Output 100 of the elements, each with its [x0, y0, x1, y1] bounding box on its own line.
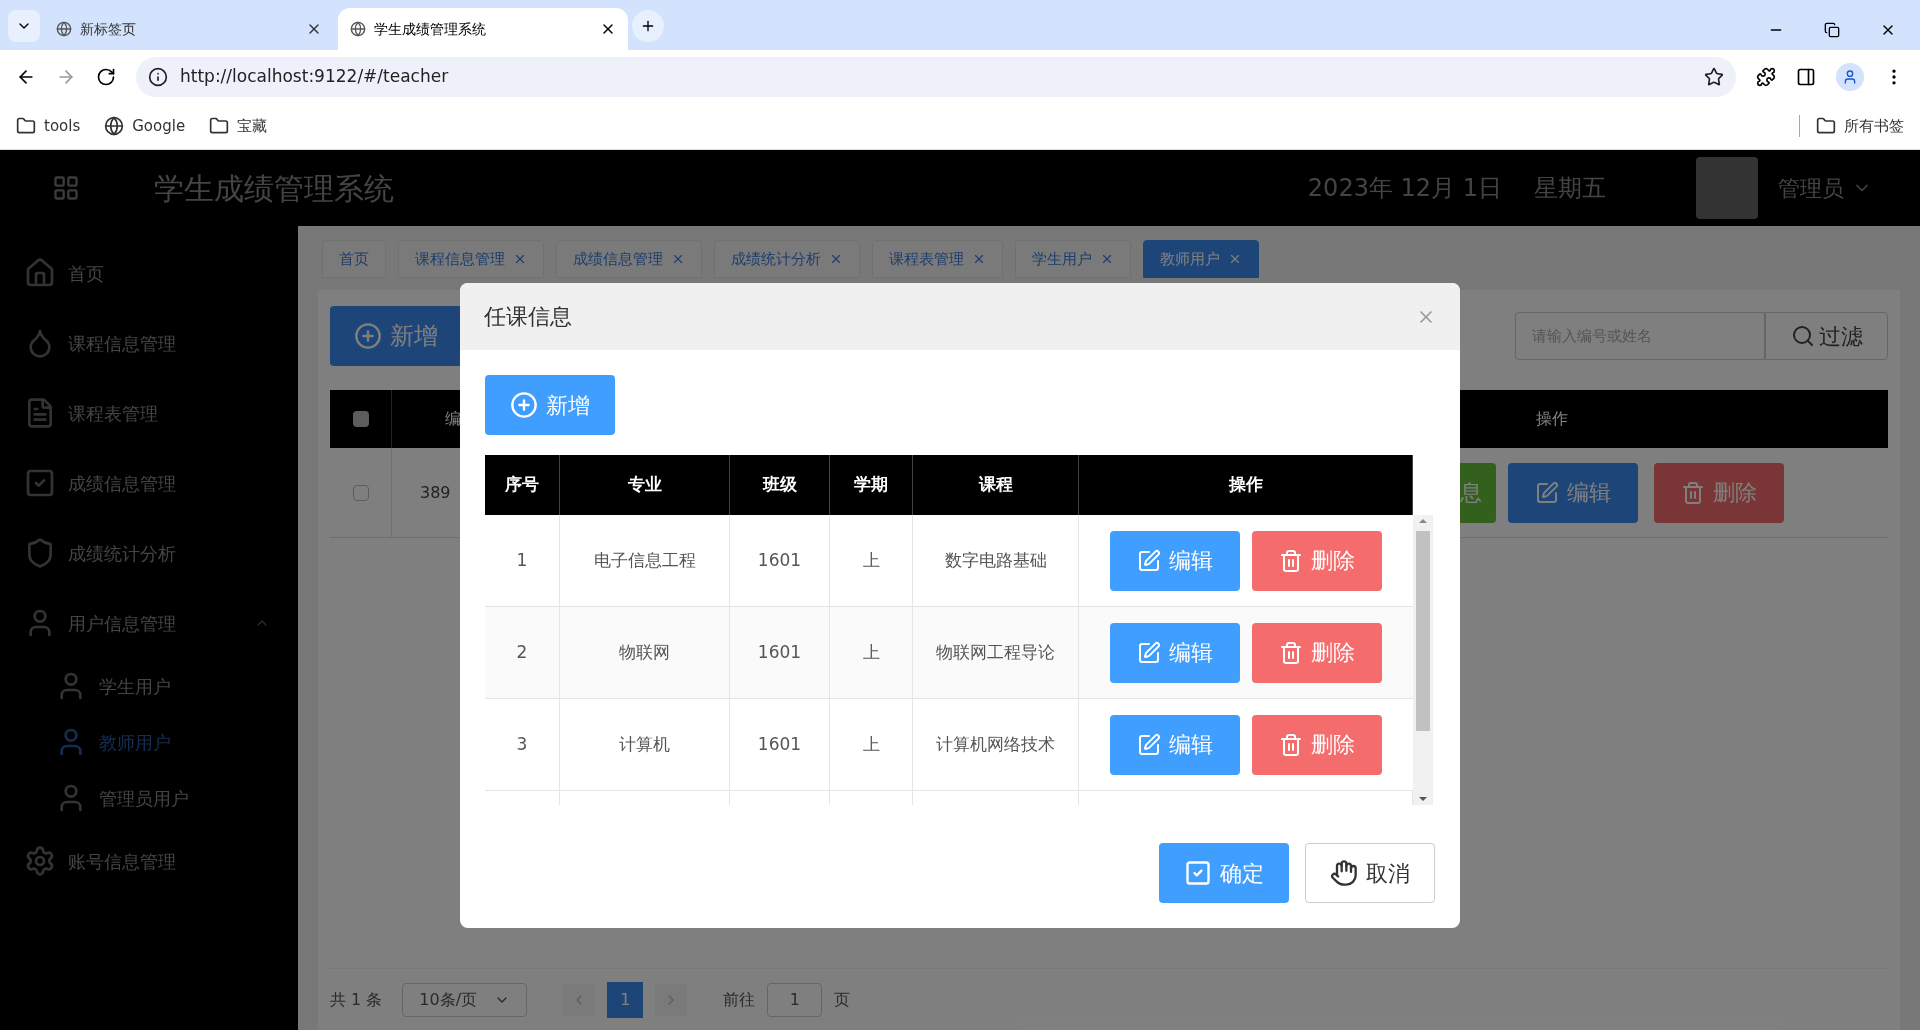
address-bar[interactable]: http://localhost:9122/#/teacher [136, 56, 1736, 97]
column-header: 班级 [730, 455, 830, 515]
new-tab-icon[interactable] [632, 10, 664, 42]
sidebar-item[interactable]: 用户信息管理 [0, 588, 298, 658]
column-header: 序号 [485, 455, 560, 515]
page-unit: 页 [834, 988, 851, 1011]
page-input[interactable]: 1 [767, 982, 823, 1017]
globe-icon [104, 116, 125, 136]
table-cell: 物联网工程导论 [913, 607, 1079, 698]
browser-tab[interactable]: 新标签页 [44, 8, 334, 50]
column-header: 学期 [830, 455, 913, 515]
table-cell: 上 [830, 699, 913, 790]
page-number[interactable]: 1 [607, 981, 644, 1018]
grid-icon[interactable] [52, 174, 80, 202]
bookmark[interactable]: 宝藏 [209, 114, 268, 138]
page-tab[interactable]: 课程信息管理 [398, 240, 544, 278]
edit-button[interactable]: 编辑 [1508, 462, 1638, 523]
page-size-select[interactable]: 10条/页 [402, 982, 528, 1017]
column-header: 操作 [1536, 408, 1568, 430]
cancel-button[interactable]: 取消 [1305, 843, 1435, 903]
table-cell: 物联网 [560, 607, 730, 698]
plus-circle-icon [354, 322, 382, 350]
globe-icon [350, 21, 366, 37]
page-tab[interactable]: 成绩信息管理 [556, 240, 702, 278]
folder-icon [209, 116, 230, 136]
filter-button[interactable]: 过滤 [1765, 312, 1888, 360]
sidebar-item[interactable]: 成绩信息管理 [0, 448, 298, 518]
checkbox[interactable] [352, 484, 369, 501]
folder-icon [16, 116, 36, 136]
goto-label: 前往 [723, 988, 756, 1011]
reload-icon[interactable] [96, 66, 116, 87]
weekday-text: 星期五 [1534, 173, 1606, 204]
edit-icon [1137, 640, 1161, 665]
delete-button[interactable]: 删除 [1654, 462, 1784, 523]
add-button[interactable]: 新增 [330, 306, 462, 366]
column-header: 专业 [560, 455, 730, 515]
column-header: 编 [445, 408, 461, 430]
trash-icon [1279, 640, 1303, 665]
sidebar-item[interactable]: 课程表管理 [0, 378, 298, 448]
delete-button[interactable]: 删除 [1252, 714, 1382, 775]
delete-button[interactable]: 删除 [1252, 622, 1382, 683]
edit-icon [1535, 480, 1559, 505]
table-cell: 数字电路基础 [913, 515, 1079, 606]
tab-list-icon[interactable] [8, 10, 40, 42]
page-tab[interactable]: 成绩统计分析 [714, 240, 860, 278]
checkbox-icon [1184, 859, 1212, 887]
star-icon[interactable] [1704, 66, 1724, 87]
browser-tab[interactable]: 学生成绩管理系统 [338, 8, 628, 50]
all-bookmarks[interactable]: 所有书签 [1799, 114, 1904, 138]
dialog-title: 任课信息 [484, 303, 573, 331]
sidebar-item[interactable]: 课程信息管理 [0, 308, 298, 378]
table-cell-text: 389 [420, 481, 451, 504]
extensions-icon[interactable] [1756, 66, 1776, 87]
edit-icon [1137, 732, 1161, 757]
edit-button[interactable]: 编辑 [1110, 622, 1240, 683]
bookmark[interactable]: tools [16, 114, 81, 138]
sidebar-item[interactable]: 管理员用户 [0, 770, 298, 826]
plus-circle-icon [510, 391, 538, 419]
checkbox[interactable] [352, 411, 369, 427]
bookmark[interactable]: Google [104, 114, 186, 138]
user-name[interactable]: 管理员 [1778, 171, 1844, 205]
avatar [1696, 157, 1758, 219]
edit-button[interactable]: 编辑 [1110, 714, 1240, 775]
column-header: 课程 [913, 455, 1079, 515]
table-cell: 1601 [730, 607, 830, 698]
side-panel-icon[interactable] [1796, 66, 1816, 87]
sidebar-item[interactable]: 账号信息管理 [0, 826, 298, 896]
edit-button[interactable]: 编辑 [1110, 530, 1240, 591]
page-tab[interactable]: 学生用户 [1015, 240, 1131, 278]
table-cell: 1601 [730, 699, 830, 790]
table-cell: 计算机网络技术 [913, 699, 1079, 790]
table-cell: 上 [830, 607, 913, 698]
table-cell: 3 [485, 699, 560, 790]
house-icon [24, 257, 56, 289]
page-tab[interactable]: 课程表管理 [872, 240, 1003, 278]
checkbox-icon [24, 467, 56, 499]
info-icon [148, 66, 168, 87]
sidebar-item[interactable]: 教师用户 [0, 714, 298, 770]
search-icon [1790, 324, 1815, 348]
app-title: 学生成绩管理系统 [154, 169, 394, 208]
edit-icon [1137, 548, 1161, 573]
table-cell: 1601 [730, 515, 830, 606]
trash-icon [1279, 548, 1303, 573]
add-button[interactable]: 新增 [485, 375, 615, 435]
page-tab[interactable]: 首页 [322, 240, 386, 278]
page-tab[interactable]: 教师用户 [1143, 240, 1259, 278]
column-header: 操作 [1079, 455, 1413, 515]
sidebar-item[interactable]: 学生用户 [0, 658, 298, 714]
restore-icon[interactable] [1824, 22, 1840, 38]
sidebar-item[interactable]: 成绩统计分析 [0, 518, 298, 588]
table-cell: 电子信息工程 [560, 515, 730, 606]
delete-button[interactable]: 删除 [1252, 530, 1382, 591]
trash-icon [1681, 480, 1705, 505]
date-text: 2023年 12月 1日 [1307, 173, 1502, 204]
confirm-button[interactable]: 确定 [1159, 843, 1289, 903]
total-count: 共 1 条 [330, 988, 383, 1011]
folder-icon [1816, 116, 1836, 136]
profile-icon[interactable] [1836, 62, 1864, 91]
sidebar-item[interactable]: 首页 [0, 238, 298, 308]
scrollbar[interactable] [1413, 515, 1433, 805]
